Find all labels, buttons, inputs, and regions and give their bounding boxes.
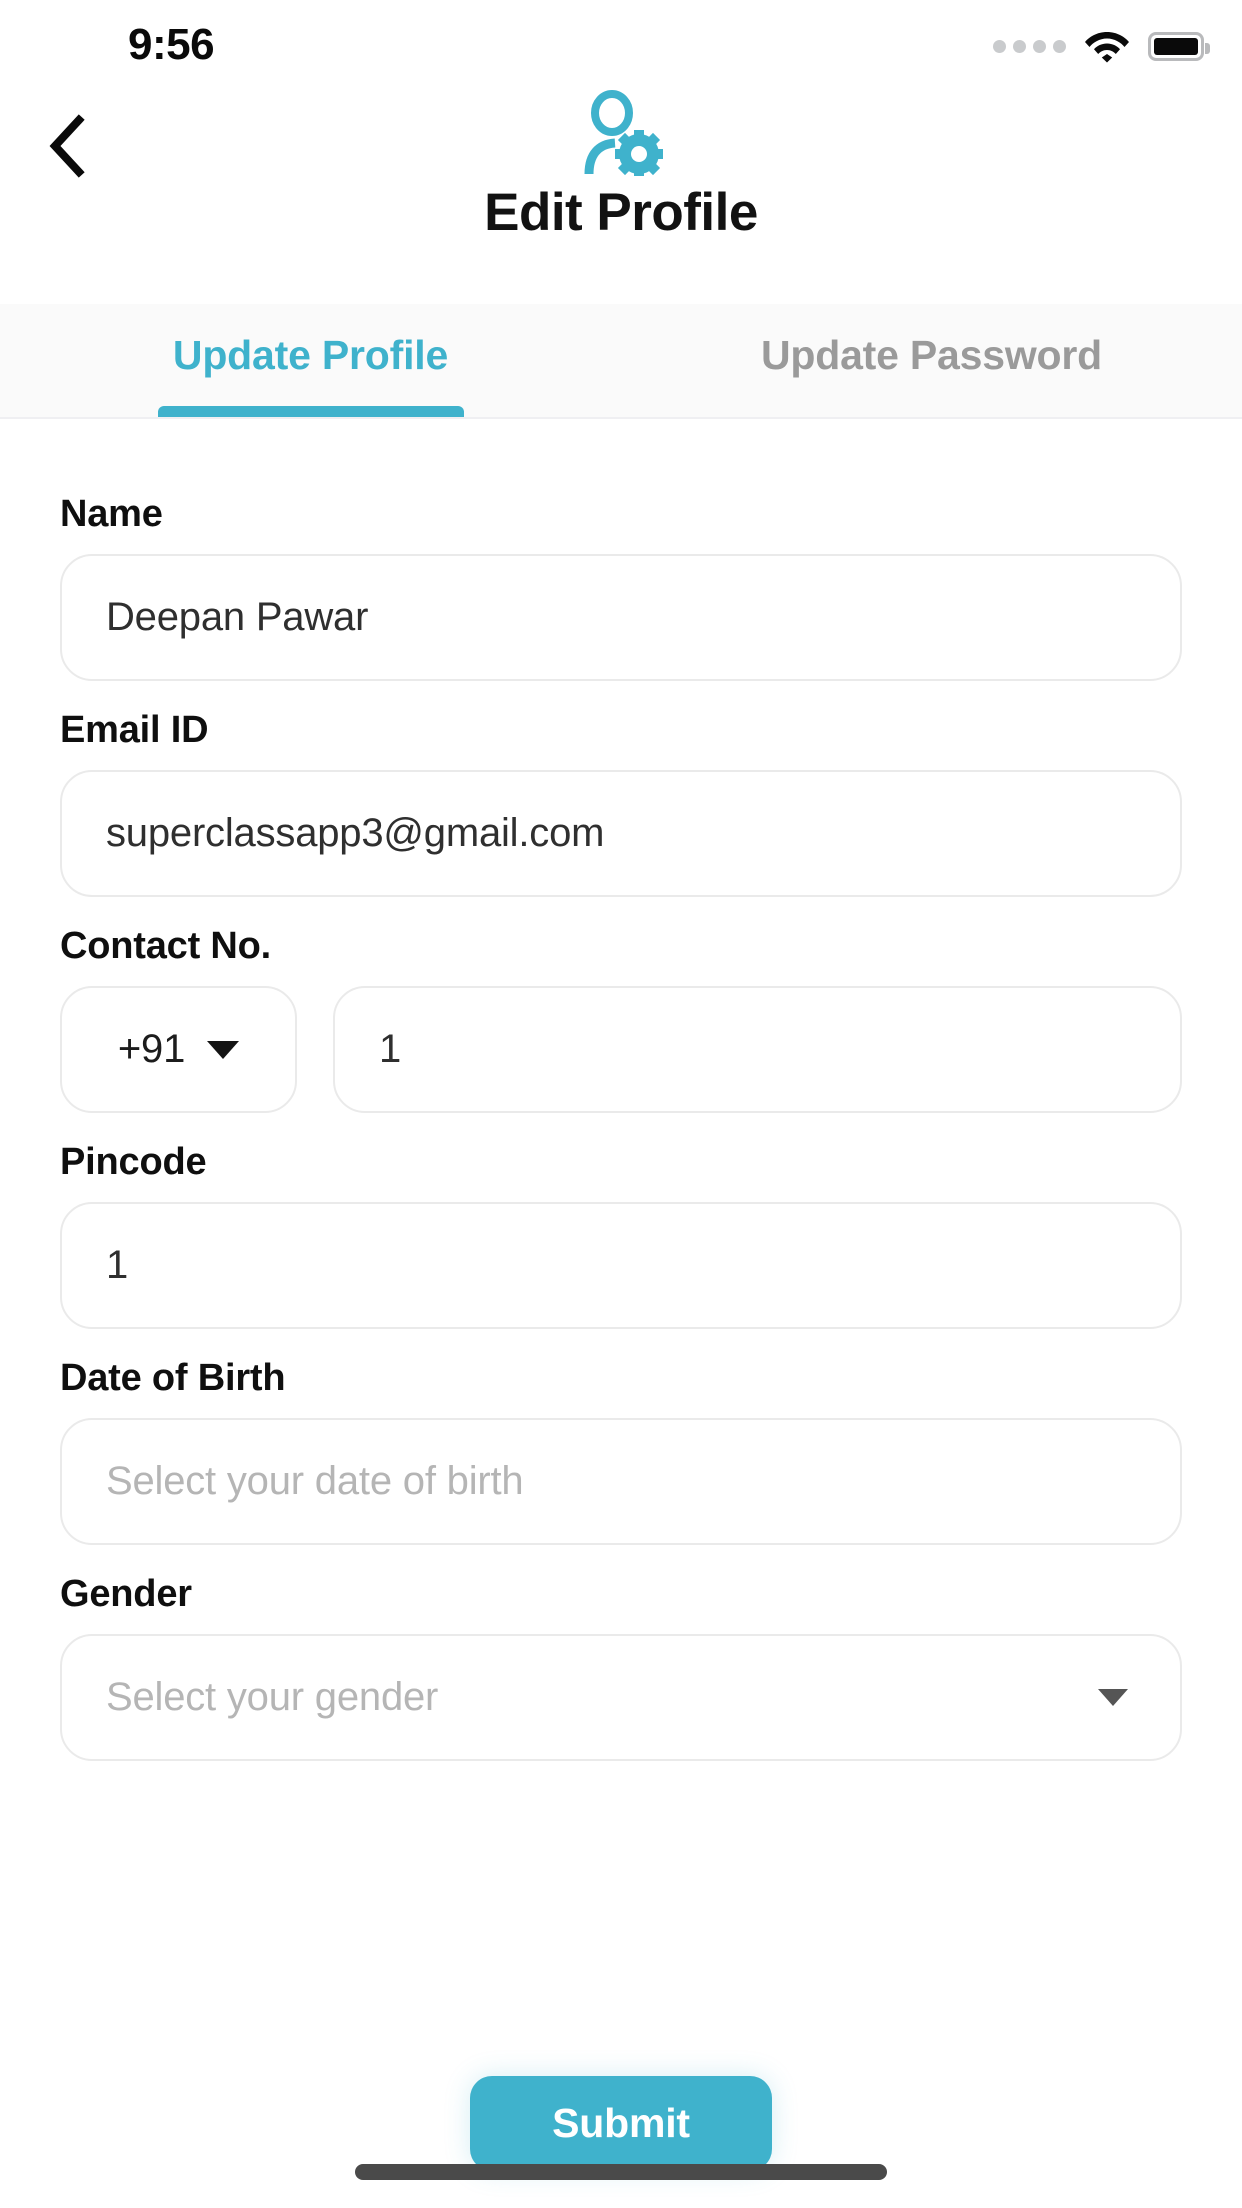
gender-placeholder: Select your gender: [106, 1675, 439, 1719]
field-name: Name Deepan Pawar: [60, 419, 1182, 681]
gender-label: Gender: [60, 1573, 192, 1615]
tab-bar: Update Profile Update Password: [0, 304, 1242, 419]
status-time: 9:56: [128, 20, 215, 69]
name-input-value: Deepan Pawar: [106, 595, 369, 639]
contact-number-value: 1: [379, 1027, 402, 1071]
header-center: Edit Profile: [0, 88, 1242, 243]
battery-full-icon: [1148, 31, 1210, 61]
profile-form: Name Deepan Pawar Email ID superclassapp…: [0, 419, 1242, 1789]
tab-update-profile-label: Update Profile: [172, 332, 449, 378]
page-header: Edit Profile: [0, 88, 1242, 304]
caret-down-icon: [207, 1040, 240, 1059]
date-of-birth-label: Date of Birth: [60, 1357, 286, 1399]
name-input[interactable]: Deepan Pawar: [60, 554, 1182, 681]
contact-number-input[interactable]: 1: [333, 986, 1182, 1113]
contact-row: +91 1: [60, 986, 1182, 1113]
pincode-label: Pincode: [60, 1141, 207, 1183]
active-tab-indicator: [157, 406, 464, 417]
page-title: Edit Profile: [484, 183, 758, 242]
field-email: Email ID superclassapp3@gmail.com: [60, 709, 1182, 897]
tab-update-profile[interactable]: Update Profile: [0, 304, 621, 417]
country-code-value: +91: [117, 1027, 186, 1071]
country-code-select[interactable]: +91: [60, 986, 297, 1113]
name-label: Name: [60, 493, 163, 535]
edit-profile-screen: 9:56 Edit Profile Update Profile Update …: [0, 0, 1242, 2208]
submit-button[interactable]: Submit: [470, 2076, 772, 2171]
tab-update-password-label: Update Password: [760, 332, 1103, 378]
user-settings-icon: [584, 90, 663, 176]
pincode-input[interactable]: 1: [60, 1202, 1182, 1329]
tab-update-password[interactable]: Update Password: [621, 304, 1242, 417]
date-of-birth-input[interactable]: Select your date of birth: [60, 1418, 1182, 1545]
date-of-birth-placeholder: Select your date of birth: [106, 1459, 524, 1503]
email-input-value: superclassapp3@gmail.com: [106, 811, 605, 855]
email-label: Email ID: [60, 709, 209, 751]
contact-label: Contact No.: [60, 925, 272, 967]
wifi-icon: [1085, 32, 1129, 63]
status-indicators: [993, 26, 1210, 66]
email-input[interactable]: superclassapp3@gmail.com: [60, 770, 1182, 897]
gender-select[interactable]: Select your gender: [60, 1634, 1182, 1761]
caret-down-icon: [1098, 1689, 1128, 1706]
field-pincode: Pincode 1: [60, 1141, 1182, 1329]
field-gender: Gender Select your gender: [60, 1573, 1182, 1761]
status-bar: 9:56: [0, 0, 1242, 88]
signal-strength-icon: [993, 39, 1066, 53]
field-contact: Contact No. +91 1: [60, 925, 1182, 1113]
field-date-of-birth: Date of Birth Select your date of birth: [60, 1357, 1182, 1545]
pincode-input-value: 1: [106, 1243, 129, 1287]
home-indicator[interactable]: [355, 2164, 887, 2180]
